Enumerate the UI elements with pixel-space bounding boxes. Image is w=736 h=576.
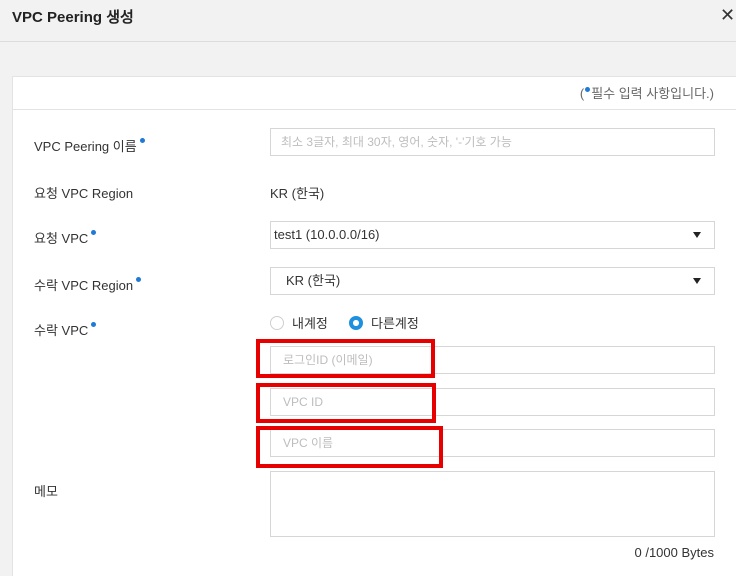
accept-vpc-label: 수락 VPC bbox=[34, 320, 97, 339]
radio-checked-icon bbox=[349, 315, 363, 330]
accept-region-label: 수락 VPC Region bbox=[34, 275, 142, 294]
required-note: ( 필수 입력 사항입니다.) bbox=[580, 83, 714, 102]
chevron-down-icon bbox=[693, 278, 701, 284]
peering-name-label: VPC Peering 이름 bbox=[34, 136, 146, 155]
radio-unchecked-icon bbox=[270, 315, 284, 330]
memo-byte-counter: 0 /1000 Bytes bbox=[634, 545, 715, 560]
close-icon[interactable]: ✕ bbox=[720, 6, 736, 24]
radio-other-account[interactable]: 다른계정 bbox=[349, 313, 419, 332]
radio-my-account[interactable]: 내계정 bbox=[270, 313, 328, 332]
radio-my-account-label: 내계정 bbox=[292, 316, 328, 331]
required-dot-icon bbox=[91, 322, 97, 327]
required-note-text: 필수 입력 사항입니다.) bbox=[591, 86, 714, 101]
memo-label: 메모 bbox=[34, 481, 58, 500]
peering-name-label-text: VPC Peering 이름 bbox=[34, 139, 137, 154]
dialog-header: VPC Peering 생성 ✕ bbox=[0, 0, 736, 42]
form-panel: ( 필수 입력 사항입니다.) VPC Peering 이름 요청 VPC Reg… bbox=[12, 76, 736, 576]
radio-other-account-label: 다른계정 bbox=[371, 316, 419, 331]
header-divider bbox=[13, 109, 736, 110]
request-vpc-label: 요청 VPC bbox=[34, 228, 97, 247]
dialog-title: VPC Peering 생성 bbox=[12, 9, 134, 26]
accept-region-selected: KR (한국) bbox=[286, 273, 341, 288]
request-region-value: KR (한국) bbox=[270, 186, 325, 201]
memo-textarea[interactable] bbox=[270, 471, 715, 537]
accept-vpc-label-text: 수락 VPC bbox=[34, 323, 89, 338]
required-note-prefix: ( bbox=[579, 86, 585, 101]
request-region-label-text: 요청 VPC Region bbox=[34, 186, 134, 201]
chevron-down-icon bbox=[693, 232, 701, 238]
request-vpc-select[interactable]: test1 (10.0.0.0/16) bbox=[270, 221, 715, 249]
request-region-label: 요청 VPC Region bbox=[34, 183, 133, 202]
accept-region-select[interactable]: KR (한국) bbox=[270, 267, 715, 295]
memo-label-text: 메모 bbox=[34, 484, 58, 499]
peering-name-input[interactable] bbox=[270, 128, 715, 156]
vpc-name-input[interactable] bbox=[270, 429, 715, 457]
vpc-id-input[interactable] bbox=[270, 388, 715, 416]
required-dot-icon bbox=[91, 230, 97, 235]
accept-region-label-text: 수락 VPC Region bbox=[34, 278, 134, 293]
request-vpc-selected: test1 (10.0.0.0/16) bbox=[274, 227, 380, 242]
request-vpc-label-text: 요청 VPC bbox=[34, 231, 89, 246]
required-dot-icon bbox=[136, 277, 142, 282]
login-id-input[interactable] bbox=[270, 346, 715, 374]
required-dot-icon bbox=[585, 87, 591, 92]
required-dot-icon bbox=[139, 138, 145, 143]
